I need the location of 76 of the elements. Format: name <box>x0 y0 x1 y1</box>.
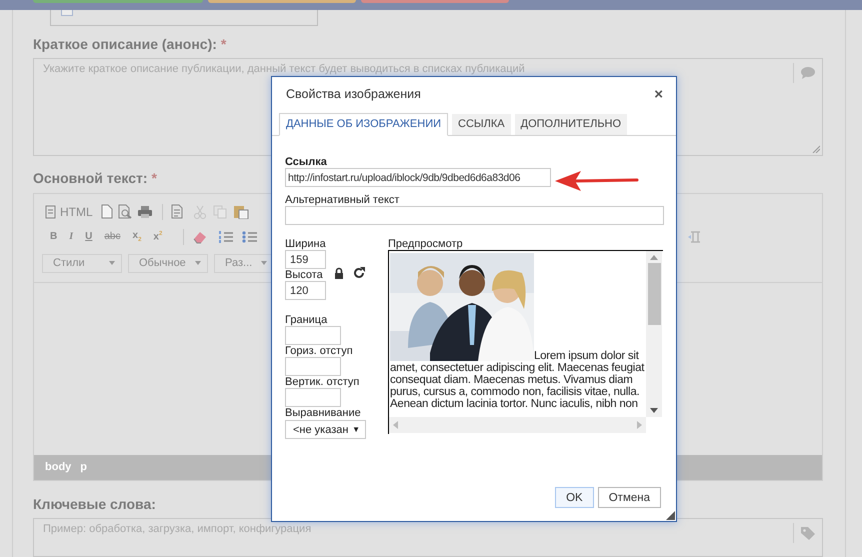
caret-icon <box>109 261 115 266</box>
lock-icon[interactable] <box>334 267 344 279</box>
preview-text: Lorem ipsum dolor sit amet, consectetuer adipiscing elit. Maecenas feugiat consequat diam. Maecenas metus. Vivamus diam purus, cursus a, commodo non, facilisis vitae, nulla. Aenean dictum lacinia tortor. Nunc iaculis, nibh non <box>390 253 646 410</box>
vertical-scrollbar[interactable] <box>646 251 662 417</box>
tag-icon[interactable] <box>800 526 816 540</box>
placeholder: Укажите краткое описание публикации, данный текст будет выводиться в списках публикаций <box>42 62 526 76</box>
checkbox[interactable] <box>61 10 73 16</box>
format-button[interactable]: I <box>69 231 74 242</box>
placeholder: Пример: обработка, загрузка, импорт, конфигурация <box>42 522 312 536</box>
speech-bubble-icon[interactable] <box>800 66 816 80</box>
eraser-icon[interactable] <box>192 230 208 244</box>
scroll-left-icon[interactable] <box>393 421 398 429</box>
tab[interactable]: ДОПОЛНИТЕЛЬНО <box>514 114 628 135</box>
caret-icon: ▼ <box>352 425 360 434</box>
format-button[interactable]: U <box>85 231 92 242</box>
scroll-down-icon[interactable] <box>650 408 658 413</box>
field-label: Альтернативный текст <box>285 194 400 206</box>
field-label: Высота <box>285 269 324 281</box>
dialog-button[interactable]: Отмена <box>598 487 661 508</box>
copy-icon[interactable] <box>212 204 227 219</box>
field-label: Предпросмотр <box>388 238 464 250</box>
table-row-icon[interactable] <box>688 230 702 244</box>
close-button[interactable]: × <box>654 86 663 102</box>
scroll-right-icon[interactable] <box>637 421 642 429</box>
caret-icon <box>261 261 267 266</box>
resize-grip-icon[interactable] <box>666 511 675 520</box>
page-icon[interactable] <box>100 204 113 220</box>
field-label: Ссылка <box>285 156 328 168</box>
caret-icon <box>195 261 201 266</box>
dialog-title: Свойства изображения <box>286 87 421 101</box>
format-button[interactable]: B <box>50 231 58 242</box>
format-dropdown[interactable]: Стили <box>42 254 122 273</box>
field-label: Ширина <box>285 238 326 250</box>
input-field[interactable] <box>285 357 341 376</box>
input-field[interactable] <box>285 326 341 345</box>
top-button[interactable] <box>361 0 509 3</box>
tab[interactable]: ДАННЫЕ ОБ ИЗОБРАЖЕНИИ <box>279 113 448 136</box>
input-field[interactable] <box>285 388 341 407</box>
field-label: Гориз. отступ <box>285 345 354 357</box>
required-mark: * <box>151 170 157 186</box>
source-button[interactable]: HTML <box>44 204 93 219</box>
dialog-button[interactable]: OK <box>555 487 594 508</box>
field-label: Граница <box>285 314 328 326</box>
input-field[interactable]: 159 <box>285 250 326 269</box>
format-button[interactable]: abc <box>104 231 120 242</box>
clipboard-icon[interactable] <box>232 204 249 220</box>
field-label: Основной текст: <box>33 170 148 186</box>
field-label: Краткое описание (анонс): <box>33 36 217 52</box>
reset-icon[interactable] <box>353 267 365 279</box>
document-icon[interactable] <box>170 204 183 220</box>
bullet-list-icon[interactable] <box>242 230 258 244</box>
format-dropdown[interactable]: Обычное <box>128 254 208 273</box>
numbered-list-icon[interactable] <box>218 230 234 244</box>
print-icon[interactable] <box>136 204 153 219</box>
top-button[interactable] <box>33 0 203 3</box>
input-field[interactable]: 120 <box>285 281 326 300</box>
scissors-icon[interactable] <box>192 204 207 219</box>
align-select[interactable]: <не указан ▼ <box>285 420 366 439</box>
element-path-item[interactable]: body <box>45 461 72 474</box>
field-label: Вертик. отступ <box>285 376 360 388</box>
top-button[interactable] <box>208 0 356 3</box>
horizontal-scrollbar[interactable] <box>389 417 646 433</box>
format-button[interactable]: x$_{2}$ <box>132 230 142 244</box>
required-mark: * <box>220 36 226 52</box>
select-value: <не указан <box>293 424 348 436</box>
element-path-item[interactable]: p <box>80 461 88 474</box>
input-field[interactable]: http://infostart.ru/upload/iblock/9db/9dbed6d6a83d06 <box>285 168 551 187</box>
field-label: Ключевые слова: <box>33 496 156 512</box>
format-button[interactable]: x$^{2}$ <box>153 231 162 243</box>
field-label: Выравнивание <box>285 407 362 419</box>
input-field[interactable] <box>285 206 664 225</box>
resize-grip-icon[interactable] <box>812 144 820 153</box>
tab[interactable]: ССЫЛКА <box>452 114 511 135</box>
preview-icon[interactable] <box>118 204 132 220</box>
source-icon[interactable] <box>44 204 58 219</box>
scroll-up-icon[interactable] <box>650 255 658 260</box>
